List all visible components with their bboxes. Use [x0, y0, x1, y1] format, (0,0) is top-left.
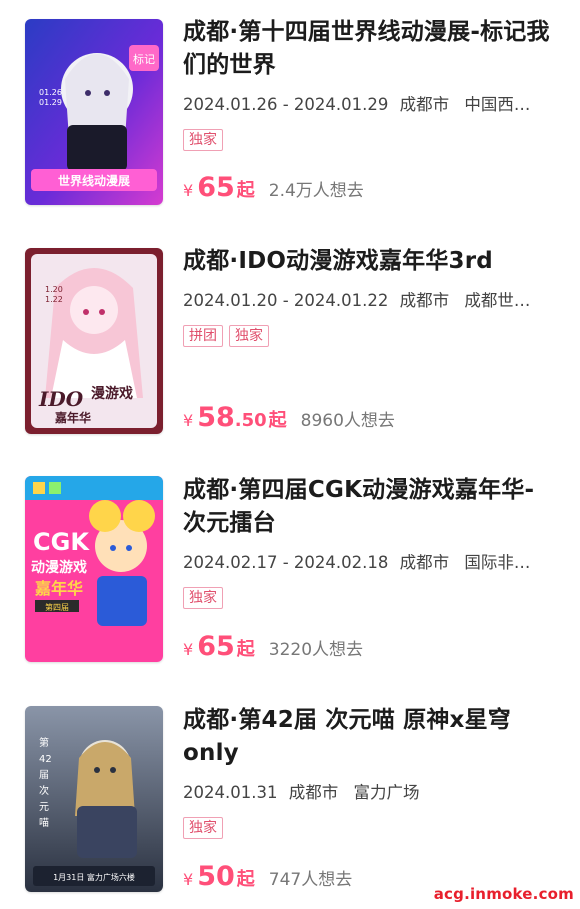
- anime-girl-poster-icon: 1.20 1.22 IDO 漫游戏 嘉年华: [25, 248, 163, 434]
- tag-exclusive: 独家: [183, 817, 223, 839]
- event-meta: 2024.01.26 - 2024.01.29 成都市 中国西…: [183, 94, 545, 116]
- event-city: 成都市: [399, 291, 450, 310]
- event-date: 2024.02.17 - 2024.02.18: [183, 553, 389, 572]
- event-city: 成都市: [399, 95, 450, 114]
- price-suffix: 起: [236, 869, 255, 890]
- event-info: 成都·IDO动漫游戏嘉年华3rd 2024.01.20 - 2024.01.22…: [183, 245, 553, 349]
- svg-text:CGK: CGK: [33, 528, 90, 556]
- svg-text:第: 第: [39, 736, 49, 749]
- price-value: 65: [197, 631, 235, 662]
- price-row: ¥65 起 3220人想去: [183, 631, 364, 662]
- event-meta: 2024.02.17 - 2024.02.18 成都市 国际非…: [183, 552, 545, 574]
- event-poster[interactable]: 第 42 届 次 元 喵 1月31日 富力广场六楼: [25, 706, 163, 892]
- price-row: ¥65 起 2.4万人想去: [183, 172, 364, 203]
- svg-text:1.22: 1.22: [45, 295, 63, 304]
- svg-text:世界线动漫展: 世界线动漫展: [58, 173, 130, 188]
- svg-text:01.29: 01.29: [39, 98, 62, 107]
- tag-row: 独家: [183, 129, 553, 153]
- currency-symbol: ¥: [183, 411, 194, 430]
- tag-row: 独家: [183, 587, 553, 611]
- anime-girl-poster-icon: 标记 01.26 01.29 世界线动漫展: [25, 19, 163, 205]
- price-value: 65: [197, 172, 235, 203]
- want-count: 8960人想去: [300, 411, 395, 431]
- want-count: 747人想去: [268, 870, 353, 890]
- watermark: acg.inmoke.com: [433, 885, 574, 903]
- anime-girl-poster-icon: 第 42 届 次 元 喵 1月31日 富力广场六楼: [25, 706, 163, 892]
- svg-text:届: 届: [39, 769, 49, 781]
- event-date: 2024.01.26 - 2024.01.29: [183, 95, 389, 114]
- event-venue: 国际非…: [464, 553, 531, 572]
- event-info: 成都·第四届CGK动漫游戏嘉年华-次元擂台 2024.02.17 - 2024.…: [183, 474, 553, 611]
- event-title[interactable]: 成都·IDO动漫游戏嘉年华3rd: [183, 245, 553, 278]
- svg-text:1.20: 1.20: [45, 285, 63, 294]
- want-count: 3220人想去: [268, 640, 364, 660]
- currency-symbol: ¥: [183, 870, 194, 889]
- price-suffix: 起: [236, 180, 255, 201]
- price-suffix: 起: [268, 410, 287, 431]
- event-city: 成都市: [288, 783, 339, 802]
- price-value: 50: [197, 861, 235, 892]
- svg-text:IDO: IDO: [38, 387, 84, 411]
- event-venue: 中国西…: [464, 95, 531, 114]
- currency-symbol: ¥: [183, 640, 194, 659]
- event-venue: 富力广场: [353, 783, 420, 802]
- svg-text:标记: 标记: [133, 52, 155, 66]
- want-count: 2.4万人想去: [268, 181, 364, 201]
- svg-text:42: 42: [39, 754, 52, 765]
- price-suffix: 起: [236, 639, 255, 660]
- svg-text:次: 次: [39, 784, 49, 797]
- event-poster[interactable]: CGK 动漫游戏 嘉年华 第四届: [25, 476, 163, 662]
- tag-exclusive: 独家: [183, 129, 223, 151]
- svg-text:动漫游戏: 动漫游戏: [31, 559, 87, 576]
- svg-text:喵: 喵: [39, 817, 49, 829]
- tag-exclusive: 独家: [183, 587, 223, 609]
- tag-row: 独家: [183, 817, 553, 841]
- event-title[interactable]: 成都·第十四届世界线动漫展-标记我们的世界: [183, 16, 553, 82]
- event-meta: 2024.01.31 成都市 富力广场: [183, 782, 545, 804]
- currency-symbol: ¥: [183, 181, 194, 200]
- price-decimal: .50: [234, 410, 267, 431]
- event-city: 成都市: [399, 553, 450, 572]
- tag-row: 拼团 独家: [183, 325, 553, 349]
- svg-text:元: 元: [39, 802, 49, 813]
- event-poster[interactable]: 标记 01.26 01.29 世界线动漫展: [25, 19, 163, 205]
- svg-text:01.26: 01.26: [39, 88, 62, 97]
- event-title[interactable]: 成都·第42届 次元喵 原神x星穹only: [183, 704, 553, 770]
- price-value: 58: [197, 402, 235, 433]
- event-info: 成都·第42届 次元喵 原神x星穹only 2024.01.31 成都市 富力广…: [183, 704, 553, 841]
- anime-girl-poster-icon: CGK 动漫游戏 嘉年华 第四届: [25, 476, 163, 662]
- event-date: 2024.01.20 - 2024.01.22: [183, 291, 389, 310]
- svg-text:嘉年华: 嘉年华: [54, 410, 91, 425]
- svg-text:漫游戏: 漫游戏: [91, 385, 133, 402]
- svg-text:嘉年华: 嘉年华: [34, 579, 83, 598]
- price-row: ¥50 起 747人想去: [183, 861, 353, 892]
- event-date: 2024.01.31: [183, 783, 278, 802]
- event-poster[interactable]: 1.20 1.22 IDO 漫游戏 嘉年华: [25, 248, 163, 434]
- event-venue: 成都世…: [464, 291, 531, 310]
- event-meta: 2024.01.20 - 2024.01.22 成都市 成都世…: [183, 290, 545, 312]
- tag-exclusive: 独家: [229, 325, 269, 347]
- svg-text:第四届: 第四届: [45, 602, 69, 612]
- svg-text:1月31日 富力广场六楼: 1月31日 富力广场六楼: [53, 872, 135, 882]
- event-info: 成都·第十四届世界线动漫展-标记我们的世界 2024.01.26 - 2024.…: [183, 16, 553, 153]
- event-title[interactable]: 成都·第四届CGK动漫游戏嘉年华-次元擂台: [183, 474, 553, 540]
- price-row: ¥58.50 起 8960人想去: [183, 402, 395, 433]
- tag-group-buy: 拼团: [183, 325, 223, 347]
